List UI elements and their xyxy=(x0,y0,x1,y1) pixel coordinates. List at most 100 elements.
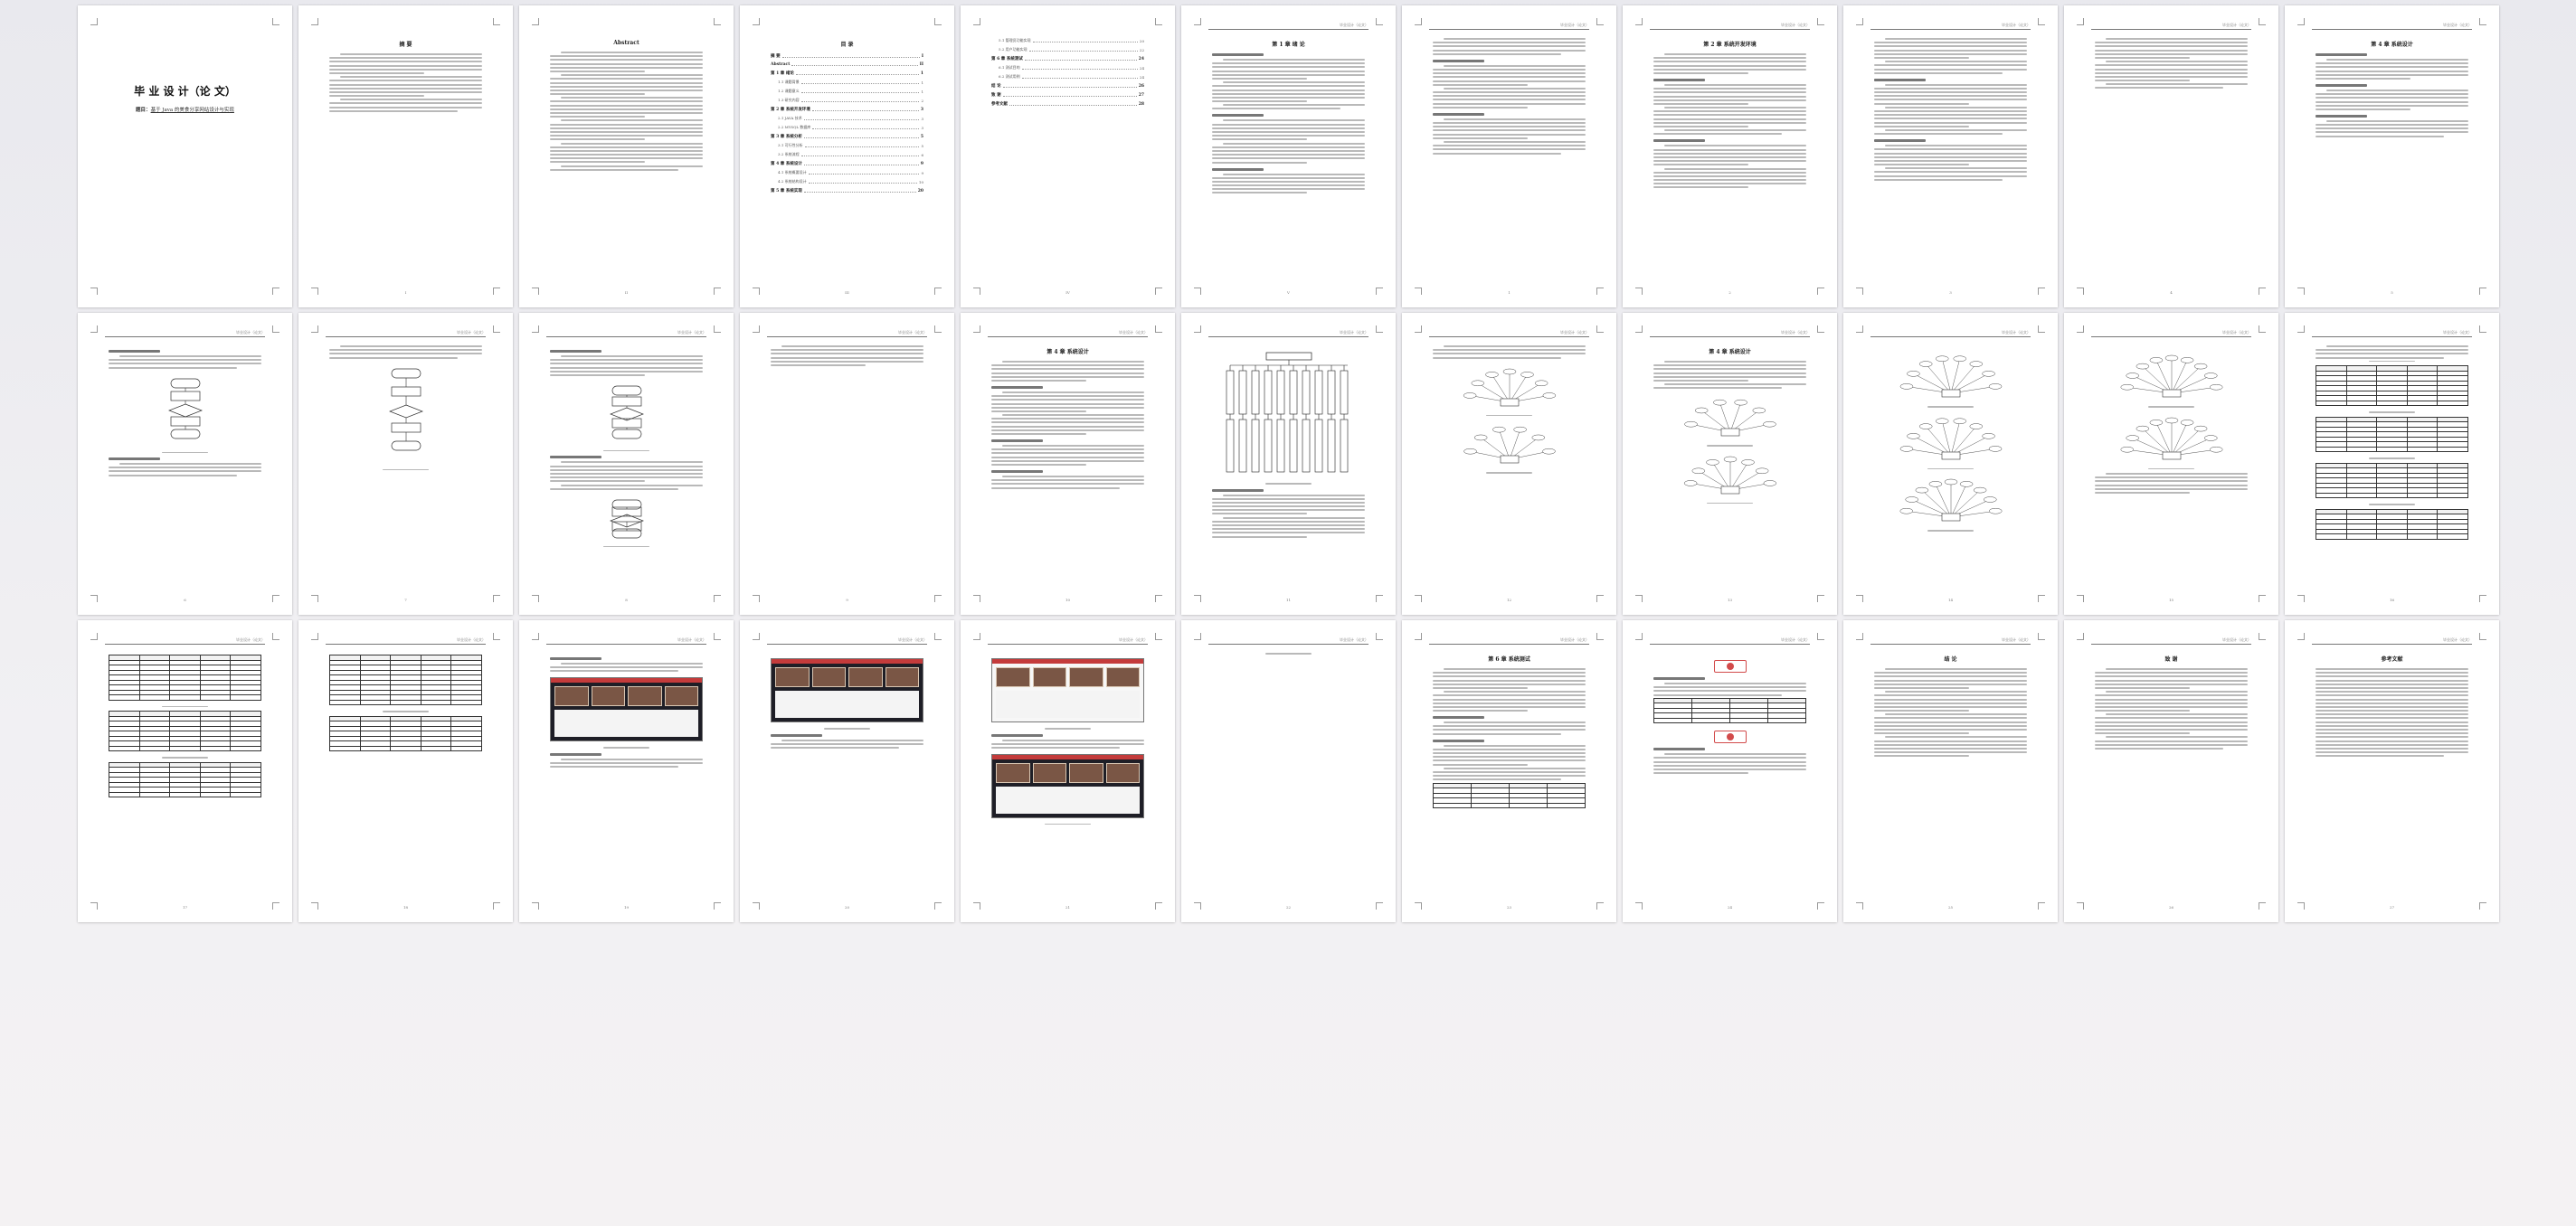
text-line xyxy=(1433,72,1586,75)
page-body: 第 4 章 系统设计 xyxy=(2316,38,2468,284)
figure-caption xyxy=(329,711,482,712)
document-page-thumbnail[interactable]: 毕 业 设 计（论 文） 题目：基于 Java 的美食分享网站设计与实现 xyxy=(78,5,292,307)
toc-entry[interactable]: 3.2 系统流程 6 xyxy=(771,152,923,157)
document-page-thumbnail[interactable]: 摘 要 I xyxy=(298,5,513,307)
toc-entry[interactable]: 4.1 系统概要设计 9 xyxy=(771,170,923,175)
toc-entry[interactable]: 2.1 JAVA 技术 3 xyxy=(771,116,923,121)
attribute-node xyxy=(1473,434,1487,441)
toc-entry[interactable]: 结 论 26 xyxy=(991,83,1144,89)
text-line xyxy=(2316,349,2468,352)
document-page-thumbnail[interactable]: 毕业设计（论文） 第 4 章 系统设计 5 xyxy=(2285,5,2499,307)
document-page-thumbnail[interactable]: 毕业设计（论文） 第 1 章 绪 论 V xyxy=(1181,5,1396,307)
running-header: 毕业设计（论文） xyxy=(1781,23,1810,27)
figure-caption xyxy=(1433,414,1586,417)
attribute-node xyxy=(1484,371,1499,378)
document-page-thumbnail[interactable]: 毕业设计（论文） 20 xyxy=(740,620,954,922)
crop-mark xyxy=(714,325,721,333)
text-line xyxy=(550,149,703,152)
document-page-thumbnail[interactable]: 毕业设计（论文） 4 xyxy=(2064,5,2278,307)
page-body xyxy=(1212,345,1365,591)
document-page-thumbnail[interactable]: 毕业设计（论文） 结 论 25 xyxy=(1843,620,2058,922)
document-page-thumbnail[interactable]: 毕业设计（论文） 1 xyxy=(1402,5,1616,307)
document-page-thumbnail[interactable]: 毕业设计（论文） 18 xyxy=(298,620,513,922)
document-page-thumbnail[interactable]: 毕业设计（论文） 24 xyxy=(1623,620,1837,922)
toc-entry[interactable]: 第 4 章 系统设计 9 xyxy=(771,161,923,166)
toc-entry[interactable]: 6.1 测试目的 24 xyxy=(991,65,1144,71)
toc-entry[interactable]: 第 6 章 系统测试 24 xyxy=(991,56,1144,61)
toc-entry[interactable]: 1.2 课题意义 1 xyxy=(771,89,923,94)
document-page-thumbnail[interactable]: 毕业设计（论文） 19 xyxy=(519,620,734,922)
page-body xyxy=(109,653,261,899)
document-page-thumbnail[interactable]: 毕业设计（论文） 第 4 章 系统设计 10 xyxy=(961,313,1175,615)
text-line xyxy=(1874,95,2027,98)
toc-entry[interactable]: 第 3 章 系统分析 5 xyxy=(771,134,923,139)
attribute-node xyxy=(2209,383,2222,391)
toc-entry[interactable]: 致 谢 27 xyxy=(991,92,1144,98)
document-page-thumbnail[interactable]: 毕业设计（论文） 第 2 章 系统开发环境 2 xyxy=(1623,5,1837,307)
document-page-thumbnail[interactable]: 5.1 管理员功能实现 20 5.2 用户功能实现 22 第 6 章 系统测试 24 6.1… xyxy=(961,5,1175,307)
page-body xyxy=(771,653,923,899)
toc-entry[interactable]: Abstract II xyxy=(771,62,923,67)
toc-entry[interactable]: 摘 要I xyxy=(771,53,923,59)
text-line xyxy=(1212,184,1365,187)
toc-entry[interactable]: 1.1 课题背景 1 xyxy=(771,80,923,85)
document-page-thumbnail[interactable]: 毕业设计（论文） 17 xyxy=(78,620,292,922)
document-page-thumbnail[interactable]: 毕业设计（论文） 14 xyxy=(1843,313,2058,615)
text-line xyxy=(550,487,678,490)
attribute-node xyxy=(1502,368,1516,374)
header-rule xyxy=(2312,644,2472,645)
document-page-thumbnail[interactable]: 毕业设计（论文） 22 xyxy=(1181,620,1396,922)
attribute-node xyxy=(1918,361,1932,367)
toc-entry[interactable]: 1.3 研究内容 2 xyxy=(771,98,923,103)
er-diagram-figure xyxy=(1899,355,2002,398)
text-line xyxy=(1874,118,2027,120)
text-line xyxy=(1212,161,1307,164)
document-page-thumbnail[interactable]: Abstract II xyxy=(519,5,734,307)
document-page-thumbnail[interactable]: 毕业设计（论文） 9 xyxy=(740,313,954,615)
text-line xyxy=(329,57,482,60)
document-page-thumbnail[interactable]: 毕业设计（论文） 12 xyxy=(1402,313,1616,615)
text-line xyxy=(118,355,261,357)
document-page-thumbnail[interactable]: 毕业设计（论文） 21 xyxy=(961,620,1175,922)
toc-page-number: 3 xyxy=(920,108,923,112)
figure-caption xyxy=(109,757,261,759)
page-title: 第 4 章 系统设计 xyxy=(1709,349,1751,355)
toc-entry[interactable]: 2.2 MYSQL 数据库 3 xyxy=(771,125,923,130)
text-line xyxy=(1433,91,1586,94)
toc-entry[interactable]: 3.1 可行性分析 5 xyxy=(771,143,923,148)
document-page-thumbnail[interactable]: 毕业设计（论文） 6 xyxy=(78,313,292,615)
toc-entry[interactable]: 第 1 章 绪论 1 xyxy=(771,71,923,76)
toc-entry[interactable]: 4.2 系统结构设计 10 xyxy=(771,179,923,184)
document-page-thumbnail[interactable]: 毕业设计（论文） 参考文献 27 xyxy=(2285,620,2499,922)
document-page-thumbnail[interactable]: 目 录摘 要 I Abstract II 第 1 章 绪论 1 1.1 课题背景 1 1.2 课… xyxy=(740,5,954,307)
text-line xyxy=(329,95,424,98)
toc-entry[interactable]: 第 2 章 系统开发环境 3 xyxy=(771,107,923,112)
toc-entry[interactable]: 5.2 用户功能实现 22 xyxy=(991,47,1144,52)
header-rule xyxy=(1650,29,1810,30)
document-page-thumbnail[interactable]: 毕业设计（论文） 第 6 章 系统测试 23 xyxy=(1402,620,1616,922)
attribute-node xyxy=(1762,421,1776,428)
document-page-thumbnail[interactable]: 毕业设计（论文） 7 xyxy=(298,313,513,615)
text-line xyxy=(550,465,703,467)
text-line xyxy=(550,127,703,129)
page-number: 24 xyxy=(1727,905,1733,910)
text-line xyxy=(1884,83,2027,86)
toc-entry[interactable]: 5.1 管理员功能实现 20 xyxy=(991,38,1144,43)
document-page-thumbnail[interactable]: 毕业设计（论文） 8 xyxy=(519,313,734,615)
text-line xyxy=(1653,364,1806,367)
document-page-thumbnail[interactable]: 毕业设计（论文） 15 xyxy=(2064,313,2278,615)
ui-screenshot-figure xyxy=(991,658,1144,722)
toc-page-number: 20 xyxy=(917,189,923,193)
document-page-thumbnail[interactable]: 毕业设计（论文） 11 xyxy=(1181,313,1396,615)
text-line xyxy=(1222,119,1365,122)
document-page-thumbnail[interactable]: 毕业设计（论文） 3 xyxy=(1843,5,2058,307)
document-page-thumbnail[interactable]: 毕业设计（论文） 第 4 章 系统设计 13 xyxy=(1623,313,1837,615)
document-page-thumbnail[interactable]: 毕业设计（论文） 16 xyxy=(2285,313,2499,615)
toc-entry[interactable]: 第 5 章 系统实现 20 xyxy=(771,188,923,193)
toc-entry[interactable]: 参考文献 28 xyxy=(991,101,1144,107)
text-line xyxy=(771,742,923,745)
toc-entry[interactable]: 6.2 测试用例 24 xyxy=(991,74,1144,80)
data-table xyxy=(329,655,482,705)
text-line xyxy=(1653,160,1806,163)
document-page-thumbnail[interactable]: 毕业设计（论文） 致 谢 26 xyxy=(2064,620,2278,922)
